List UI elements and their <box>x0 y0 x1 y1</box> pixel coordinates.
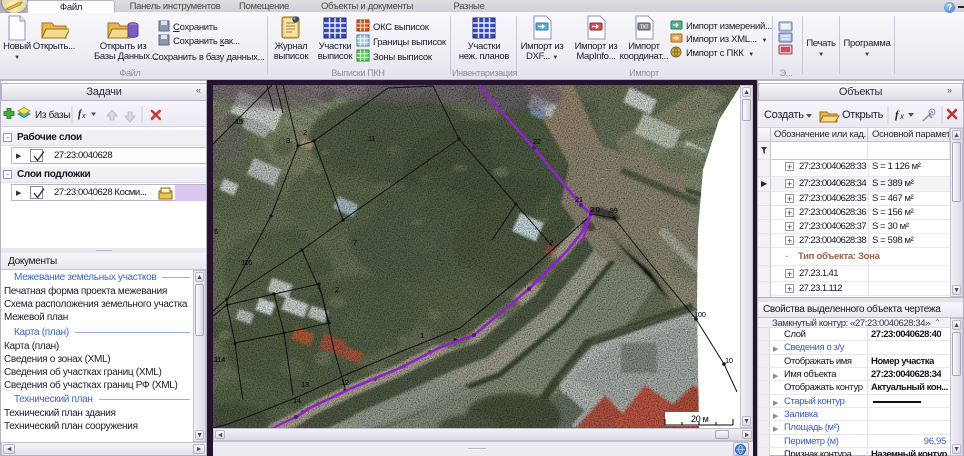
svg-text:6: 6 <box>214 227 218 236</box>
svg-text:12: 12 <box>341 378 349 387</box>
svg-text:2: 2 <box>335 285 339 294</box>
svg-text:2 0: 2 0 <box>590 205 600 214</box>
svg-text:Создать: Создать <box>764 109 804 121</box>
svg-text:10: 10 <box>725 356 733 365</box>
svg-text:11: 11 <box>368 134 375 143</box>
svg-text:Из базы: Из базы <box>35 109 70 121</box>
svg-text:21: 21 <box>575 195 583 204</box>
svg-text:x: x <box>81 113 86 120</box>
svg-text:15: 15 <box>235 117 243 126</box>
svg-text:.99: .99 <box>608 206 618 215</box>
svg-text:1: 1 <box>420 331 424 340</box>
svg-text:116: 116 <box>241 258 252 267</box>
svg-text:100: 100 <box>694 310 706 319</box>
svg-text:13: 13 <box>301 380 309 389</box>
svg-text:2: 2 <box>303 128 307 137</box>
svg-text:2: 2 <box>549 238 553 247</box>
svg-text:114: 114 <box>214 355 225 364</box>
svg-text:TXT: TXT <box>640 25 649 31</box>
svg-text:Открыть: Открыть <box>842 109 884 121</box>
svg-text:7: 7 <box>353 238 357 247</box>
svg-text:x: x <box>899 112 905 121</box>
svg-text:22: 22 <box>533 137 541 146</box>
svg-text:14: 14 <box>293 396 301 405</box>
svg-text:20 м: 20 м <box>691 414 709 424</box>
svg-text:3: 3 <box>286 136 290 145</box>
